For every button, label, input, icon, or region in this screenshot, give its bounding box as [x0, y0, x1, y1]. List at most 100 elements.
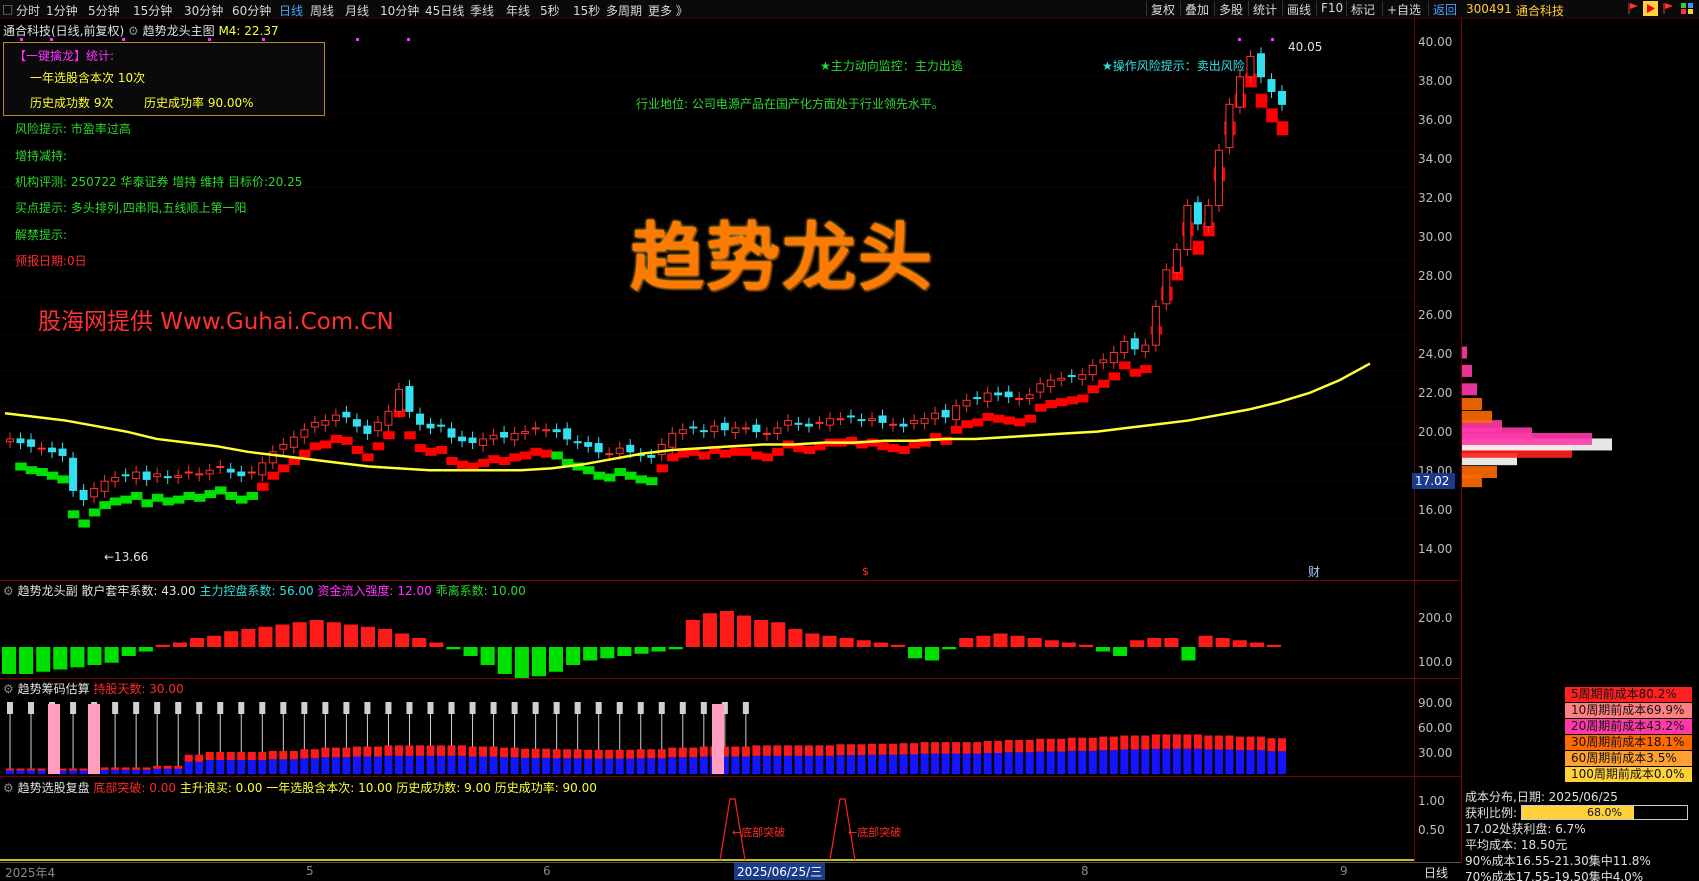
trend-band-step: [1045, 400, 1057, 409]
candle-body: [205, 469, 214, 475]
chip-red: [678, 747, 687, 758]
sub2-chip-bars[interactable]: [0, 679, 1414, 776]
trend-band-step: [1024, 414, 1036, 423]
chip-blue: [1078, 750, 1087, 774]
chip-red: [868, 743, 877, 755]
price-tick: 22.00: [1418, 386, 1453, 400]
toolbar-button[interactable]: F10: [1316, 1, 1343, 16]
trend-band-step: [1255, 93, 1268, 108]
toolbar-button[interactable]: 叠加: [1180, 1, 1209, 17]
tab-period[interactable]: 5分钟: [88, 2, 120, 19]
chip-red: [1004, 739, 1013, 753]
tab-period[interactable]: 月线: [345, 2, 369, 19]
candle-body: [142, 471, 151, 480]
candle-body: [836, 418, 845, 421]
sub3-field: 一年选股含本次: 10.00: [266, 781, 393, 795]
trend-band-step: [204, 490, 216, 499]
candle-body: [542, 429, 551, 432]
hist-bar-neg: [668, 647, 683, 650]
flag-icon[interactable]: [1627, 2, 1639, 15]
candle-body: [962, 399, 971, 407]
price-tick: 38.00: [1418, 74, 1453, 88]
sub2-title[interactable]: 趋势筹码估算: [18, 682, 90, 696]
settings-icon[interactable]: ⚙: [3, 584, 18, 598]
candle-body: [331, 414, 340, 422]
candle-body: [289, 436, 298, 448]
candle-body: [931, 412, 940, 420]
candle-body: [510, 432, 519, 441]
price-tick: 34.00: [1418, 152, 1453, 166]
tab-period[interactable]: 季线: [470, 2, 494, 19]
grid-icon[interactable]: [1680, 2, 1694, 15]
tab-period[interactable]: 1分钟: [46, 2, 78, 19]
play-icon[interactable]: [1643, 1, 1658, 16]
trend-band-step: [320, 440, 332, 449]
chip-red: [815, 745, 824, 756]
trend-band-step: [120, 495, 132, 504]
toolbar-button[interactable]: 画线: [1282, 1, 1311, 17]
signal-annotation: ←底部突破: [732, 826, 786, 839]
candle-body: [1193, 202, 1202, 225]
tab-period-active[interactable]: 日线: [279, 2, 303, 19]
indicator-name[interactable]: 趋势龙头主图: [143, 24, 215, 38]
chip-red: [962, 742, 971, 754]
add-watchlist-button[interactable]: +自选: [1382, 1, 1421, 17]
chip-red: [373, 746, 382, 757]
cost-row: 5周期前成本80.2%: [1565, 687, 1692, 702]
toolbar-button[interactable]: 标记: [1346, 1, 1375, 17]
settings-icon[interactable]: ⚙: [3, 781, 18, 795]
hist-bar-neg: [531, 647, 546, 677]
chip-blue: [962, 753, 971, 774]
tab-period[interactable]: 10分钟: [380, 2, 419, 19]
settings-icon[interactable]: ⚙: [3, 682, 18, 696]
tab-period[interactable]: 分时: [16, 2, 40, 19]
candle-body: [1214, 149, 1223, 206]
back-button[interactable]: 返回: [1428, 1, 1457, 17]
chip-red: [479, 746, 488, 757]
chip-red: [405, 745, 414, 756]
trend-band-step: [46, 471, 59, 480]
cost-row: 20周期前成本43.2%: [1565, 719, 1692, 734]
chip-cap: [196, 702, 203, 714]
settings-icon[interactable]: ⚙: [128, 24, 143, 38]
toolbar-button[interactable]: 复权: [1146, 1, 1175, 17]
sub1-title[interactable]: 趋势龙头副: [18, 584, 78, 598]
toolbar-button[interactable]: 多股: [1214, 1, 1243, 17]
chip-red: [1193, 734, 1202, 749]
trend-band-step: [67, 510, 80, 519]
chip-blue: [142, 769, 151, 774]
price-tick: 36.00: [1418, 113, 1453, 127]
chip-blue: [1046, 751, 1055, 774]
flag-icon[interactable]: [1662, 2, 1674, 15]
candle-body: [846, 415, 855, 418]
more-menu[interactable]: 更多 》: [648, 2, 688, 19]
tab-period[interactable]: 多周期: [606, 2, 642, 19]
chip-blue: [100, 769, 109, 774]
hist-bar-pos: [890, 644, 905, 647]
tab-period[interactable]: 15秒: [573, 2, 600, 19]
hist-bar-pos: [360, 626, 376, 647]
chip-blue: [174, 768, 183, 774]
toolbar-button[interactable]: 统计: [1248, 1, 1277, 17]
sidebar-toggle-icon[interactable]: □: [2, 2, 13, 16]
tab-period[interactable]: 5秒: [540, 2, 560, 19]
tab-period[interactable]: 30分钟: [184, 2, 223, 19]
price-tick: 30.00: [1418, 230, 1453, 244]
sub1-field: 资金流入强度: 12.00: [317, 584, 432, 598]
chip-bar: [1462, 398, 1482, 411]
tab-period[interactable]: 周线: [310, 2, 334, 19]
sub3-title[interactable]: 趋势选股复盘: [18, 781, 90, 795]
tab-period[interactable]: 年线: [506, 2, 530, 19]
candle-body: [111, 477, 120, 482]
candle-body: [1235, 76, 1244, 108]
trend-band-step: [1077, 394, 1089, 403]
chip-red: [552, 749, 561, 759]
chip-red: [1214, 735, 1223, 750]
tab-period[interactable]: 45日线: [425, 2, 464, 19]
chip-red: [258, 752, 267, 760]
period-label[interactable]: 日线: [1424, 864, 1448, 881]
chip-cap: [553, 702, 560, 714]
tab-period[interactable]: 60分钟: [232, 2, 271, 19]
sub2-tick: 60.00: [1418, 721, 1453, 735]
tab-period[interactable]: 15分钟: [133, 2, 172, 19]
